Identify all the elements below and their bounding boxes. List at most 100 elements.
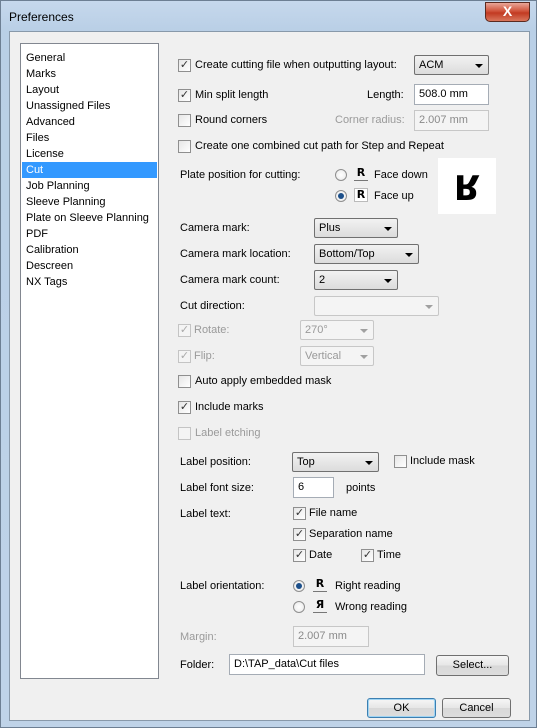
combined-cut-label: Create one combined cut path for Step an…	[195, 140, 444, 152]
plate-position-label: Plate position for cutting:	[180, 169, 301, 181]
cut-direction-select[interactable]	[314, 296, 439, 316]
min-split-label: Min split length	[195, 89, 269, 101]
auto-apply-mask-label: Auto apply embedded mask	[195, 375, 332, 387]
label-orientation-label: Label orientation:	[180, 580, 265, 592]
camera-mark-count-label: Camera mark count:	[180, 274, 280, 286]
sidebar-item-nx-tags[interactable]: NX Tags	[22, 274, 157, 290]
margin-label: Margin:	[180, 631, 217, 643]
rotate-checkbox[interactable]: ✓	[178, 324, 191, 337]
margin-input[interactable]: 2.007 mm	[293, 626, 369, 647]
sidebar-item-job-planning[interactable]: Job Planning	[22, 178, 157, 194]
right-reading-label: Right reading	[335, 580, 401, 592]
face-down-radio[interactable]	[335, 169, 347, 181]
chevron-down-icon	[475, 64, 483, 68]
wrong-reading-radio[interactable]	[293, 601, 305, 613]
separation-name-label: Separation name	[309, 528, 393, 540]
camera-mark-label: Camera mark:	[180, 222, 250, 234]
sidebar-item-sleeve-planning[interactable]: Sleeve Planning	[22, 194, 157, 210]
camera-mark-location-label: Camera mark location:	[180, 248, 291, 260]
corner-radius-label: Corner radius:	[335, 114, 405, 126]
folder-path-input[interactable]: D:\TAP_data\Cut files	[229, 654, 425, 675]
create-cutting-file-label: Create cutting file when outputting layo…	[195, 59, 397, 71]
min-split-checkbox[interactable]: ✓	[178, 89, 191, 102]
cut-direction-label: Cut direction:	[180, 300, 245, 312]
close-button[interactable]: X	[485, 2, 530, 22]
file-name-label: File name	[309, 507, 358, 519]
chevron-down-icon	[365, 461, 373, 465]
sidebar-item-license[interactable]: License	[22, 146, 157, 162]
flip-select[interactable]: Vertical	[300, 346, 374, 366]
sidebar-item-layout[interactable]: Layout	[22, 82, 157, 98]
category-list: General Marks Layout Unassigned Files Ad…	[20, 43, 159, 679]
label-font-size-unit: points	[346, 482, 376, 494]
flip-checkbox[interactable]: ✓	[178, 350, 191, 363]
label-position-select[interactable]: Top	[292, 452, 379, 472]
margin-value: 2.007 mm	[298, 630, 347, 642]
rotate-select[interactable]: 270°	[300, 320, 374, 340]
label-position-value: Top	[297, 456, 315, 468]
label-font-size-label: Label font size:	[180, 482, 254, 494]
sidebar-item-descreen[interactable]: Descreen	[22, 258, 157, 274]
camera-mark-location-select[interactable]: Bottom/Top	[314, 244, 419, 264]
create-cutting-file-checkbox[interactable]: ✓	[178, 59, 191, 72]
sidebar-item-unassigned-files[interactable]: Unassigned Files	[22, 98, 157, 114]
select-folder-button[interactable]: Select...	[436, 655, 509, 676]
face-up-glyph-icon: R	[354, 188, 368, 202]
sidebar-item-general[interactable]: General	[22, 50, 157, 66]
label-font-size-value: 6	[298, 481, 305, 493]
corner-radius-value: 2.007 mm	[419, 114, 468, 126]
chevron-down-icon	[384, 227, 392, 231]
wrong-reading-label: Wrong reading	[335, 601, 407, 613]
camera-mark-select[interactable]: Plus	[314, 218, 398, 238]
sidebar-item-cut[interactable]: Cut	[22, 162, 157, 178]
sidebar-item-files[interactable]: Files	[22, 130, 157, 146]
file-name-checkbox[interactable]: ✓	[293, 507, 306, 520]
camera-mark-value: Plus	[319, 222, 341, 234]
label-font-size-input[interactable]: 6	[293, 477, 334, 498]
auto-apply-mask-checkbox[interactable]	[178, 375, 191, 388]
sidebar-item-plate-on-sleeve-planning[interactable]: Plate on Sleeve Planning	[22, 210, 157, 226]
sidebar-item-pdf[interactable]: PDF	[22, 226, 157, 242]
include-mask-label: Include mask	[410, 455, 475, 467]
sidebar-item-advanced[interactable]: Advanced	[22, 114, 157, 130]
camera-mark-location-value: Bottom/Top	[319, 248, 375, 260]
separation-name-checkbox[interactable]: ✓	[293, 528, 306, 541]
label-position-label: Label position:	[180, 456, 251, 468]
length-input[interactable]: 508.0 mm	[414, 84, 489, 105]
ok-button[interactable]: OK	[367, 698, 436, 718]
date-checkbox[interactable]: ✓	[293, 549, 306, 562]
face-up-label: Face up	[374, 190, 414, 202]
plate-orientation-preview: R	[438, 158, 496, 214]
face-down-glyph-icon: R	[354, 167, 368, 181]
combined-cut-checkbox[interactable]	[178, 140, 191, 153]
face-down-label: Face down	[374, 169, 428, 181]
camera-mark-count-select[interactable]: 2	[314, 270, 398, 290]
preferences-window: Preferences X General Marks Layout Unass…	[0, 0, 537, 728]
right-reading-radio[interactable]	[293, 580, 305, 592]
window-title: Preferences	[9, 10, 74, 24]
dialog-client: General Marks Layout Unassigned Files Ad…	[9, 31, 530, 721]
chevron-down-icon	[425, 305, 433, 309]
sidebar-item-calibration[interactable]: Calibration	[22, 242, 157, 258]
corner-radius-input[interactable]: 2.007 mm	[414, 110, 489, 131]
include-marks-checkbox[interactable]: ✓	[178, 401, 191, 414]
title-bar[interactable]: Preferences X	[1, 1, 537, 31]
sidebar-item-marks[interactable]: Marks	[22, 66, 157, 82]
rotate-label: Rotate:	[194, 324, 230, 336]
label-etching-checkbox[interactable]	[178, 427, 191, 440]
chevron-down-icon	[360, 355, 368, 359]
label-etching-label: Label etching	[195, 427, 261, 439]
wrong-reading-glyph-icon: Я	[313, 599, 327, 613]
time-checkbox[interactable]: ✓	[361, 549, 374, 562]
chevron-down-icon	[384, 279, 392, 283]
round-corners-label: Round corners	[195, 114, 268, 126]
cancel-button[interactable]: Cancel	[442, 698, 511, 718]
round-corners-checkbox[interactable]	[178, 114, 191, 127]
face-up-radio[interactable]	[335, 190, 347, 202]
output-format-select[interactable]: ACM	[414, 55, 489, 75]
time-label: Time	[377, 549, 402, 561]
folder-label: Folder:	[180, 659, 215, 671]
folder-path-value: D:\TAP_data\Cut files	[234, 658, 339, 670]
length-value: 508.0 mm	[419, 88, 468, 100]
include-mask-checkbox[interactable]	[394, 455, 407, 468]
